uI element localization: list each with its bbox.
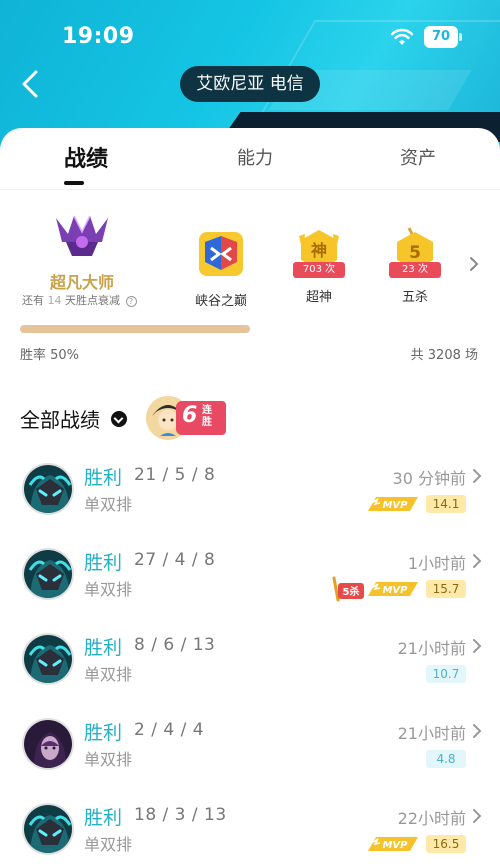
mvp-label: MVP [382, 500, 408, 511]
tab-bar: 战绩 能力 资产 [0, 128, 500, 190]
mvp-label: MVP [382, 585, 408, 596]
mvp-badge-icon: MVP [368, 497, 418, 511]
legendary-icon: 神 703 次 [291, 226, 347, 282]
match-score: 16.5 [426, 835, 466, 853]
tab-records[interactable]: 战绩 [64, 141, 108, 173]
badge-count: 703 次 [293, 262, 345, 278]
legendary-glyph: 神 [311, 241, 327, 260]
match-score: 14.1 [426, 495, 466, 513]
chevron-right-icon [473, 554, 482, 568]
hero-avatar [22, 633, 74, 685]
tab-assets[interactable]: 资产 [400, 144, 436, 170]
mvp-label: MVP [382, 840, 408, 851]
rank-note-prefix: 还有 [22, 294, 44, 307]
badge-canyon-peak[interactable]: 峡谷之巅 [186, 226, 256, 309]
pentakill-icon: 5 23 次 [387, 226, 443, 282]
rank-decay-note: 还有 14 天胜点衰减 ? [22, 292, 152, 308]
match-mode: 单双排 [84, 580, 133, 599]
match-row[interactable]: 胜利 2 / 4 / 4 单双排 21小时前 4.8 [0, 710, 500, 790]
match-time: 21小时前 [397, 724, 466, 743]
match-result: 胜利 [84, 467, 123, 489]
mvp-badge-icon: MVP [368, 582, 418, 596]
chevron-right-icon [473, 809, 482, 823]
mvp-badge-icon: MVP [368, 837, 418, 851]
master-rank-icon[interactable] [52, 212, 112, 260]
match-kda: 21 / 5 / 8 [134, 465, 216, 485]
pentakill-badge-icon: 5杀 [332, 576, 364, 602]
match-row[interactable]: 胜利 21 / 5 / 8 单双排 30 分钟前 14.1 MVP [0, 455, 500, 535]
badge-label: 超神 [305, 290, 332, 305]
match-kda: 18 / 3 / 13 [134, 805, 227, 825]
tab-active-indicator [64, 181, 84, 185]
match-result: 胜利 [84, 722, 123, 744]
badge-pentakill[interactable]: 5 23 次 五杀 [380, 226, 450, 305]
hero-avatar [22, 548, 74, 600]
status-time: 19:09 [62, 24, 135, 49]
streak-label: 连胜 [202, 405, 212, 428]
total-games-text: 共 3208 场 [410, 348, 478, 363]
help-icon[interactable]: ? [125, 296, 137, 307]
wifi-icon [390, 28, 414, 45]
match-mode: 单双排 [84, 835, 133, 854]
hero-avatar [22, 463, 74, 515]
rank-note-suffix: 天胜点衰减 [65, 294, 120, 307]
rank-name: 超凡大师 [49, 273, 114, 292]
match-score: 4.8 [426, 750, 466, 768]
tab-ability[interactable]: 能力 [237, 144, 273, 170]
win-streak-badge: 6 连胜 [176, 401, 226, 435]
winrate-text: 胜率 50% [20, 348, 80, 363]
match-result: 胜利 [84, 807, 123, 829]
badge-legendary[interactable]: 神 703 次 超神 [284, 226, 354, 305]
match-kda: 27 / 4 / 8 [134, 550, 216, 570]
match-row[interactable]: 胜利 18 / 3 / 13 单双排 22小时前 16.5 MVP [0, 795, 500, 866]
match-mode: 单双排 [84, 665, 133, 684]
back-button[interactable] [14, 64, 48, 104]
match-time: 1小时前 [407, 554, 466, 573]
server-selector[interactable]: 艾欧尼亚 电信 [180, 66, 320, 102]
match-score: 15.7 [426, 580, 466, 598]
records-filter-title[interactable]: 全部战绩 [20, 404, 100, 433]
badge-label: 峡谷之巅 [194, 294, 247, 309]
match-kda: 8 / 6 / 13 [134, 635, 216, 655]
match-time: 22小时前 [397, 809, 466, 828]
rank-note-days: 14 [47, 294, 62, 307]
penta-label: 5杀 [343, 585, 360, 598]
match-mode: 单双排 [84, 495, 133, 514]
match-time: 30 分钟前 [392, 469, 466, 488]
battery-icon: 70 [424, 26, 458, 48]
match-row[interactable]: 胜利 8 / 6 / 13 单双排 21小时前 10.7 [0, 625, 500, 705]
chevron-right-icon [473, 469, 482, 483]
streak-count: 6 [182, 403, 198, 428]
match-result: 胜利 [84, 552, 123, 574]
match-result: 胜利 [84, 637, 123, 659]
match-kda: 2 / 4 / 4 [134, 720, 205, 740]
pentakill-glyph: 5 [409, 243, 421, 263]
match-time: 21小时前 [397, 639, 466, 658]
badge-count: 23 次 [389, 262, 441, 278]
hero-avatar [22, 718, 74, 770]
chevron-right-icon [473, 724, 482, 738]
match-score: 10.7 [426, 665, 466, 683]
chevron-right-icon [473, 639, 482, 653]
match-row[interactable]: 胜利 27 / 4 / 8 单双排 1小时前 15.7 MVP 5杀 [0, 540, 500, 620]
hero-avatar [22, 803, 74, 855]
winrate-progress-bar [20, 325, 250, 333]
canyon-peak-icon [199, 232, 243, 276]
badge-label: 五杀 [401, 290, 428, 305]
match-mode: 单双排 [84, 750, 133, 769]
battery-tip [459, 33, 462, 41]
chevron-down-icon[interactable] [111, 411, 127, 427]
chevron-right-icon[interactable] [466, 254, 482, 274]
